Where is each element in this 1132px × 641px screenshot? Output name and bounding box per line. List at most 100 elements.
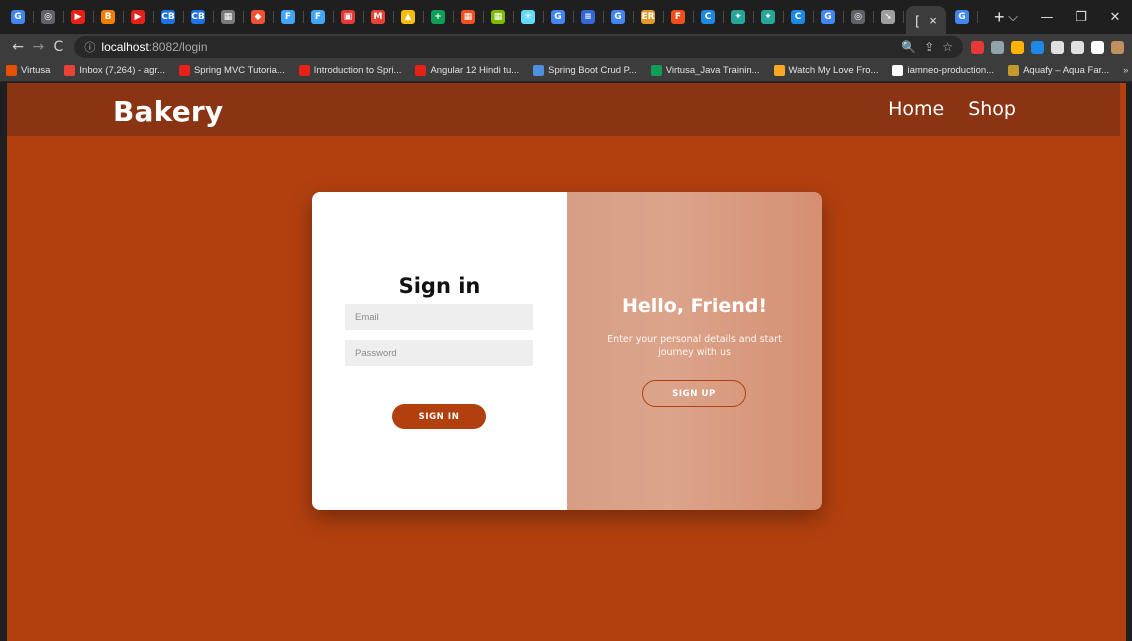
auth-card: Sign in SIGN IN Hello, Friend! Enter you… bbox=[312, 192, 822, 510]
bookmark-item[interactable]: iamneo-production... bbox=[892, 65, 994, 76]
blogger-icon: B bbox=[101, 10, 115, 24]
browser-tab[interactable]: B bbox=[96, 5, 124, 29]
overlay-title: Hello, Friend! bbox=[621, 295, 768, 317]
browser-tab[interactable]: ▶ bbox=[66, 5, 94, 29]
browser-tab[interactable]: G bbox=[6, 5, 34, 29]
extension-icon[interactable] bbox=[1031, 40, 1045, 54]
browser-toolbar: ← → C ⓘ localhost:8082/login 🔍 ⇪ ☆ bbox=[0, 34, 1132, 60]
drive-icon: ▲ bbox=[401, 10, 415, 24]
browser-tab[interactable]: ▶ bbox=[126, 5, 154, 29]
reload-button[interactable]: C bbox=[48, 39, 68, 55]
browser-tab[interactable]: G bbox=[816, 5, 844, 29]
nav-link-shop[interactable]: Shop bbox=[968, 98, 1016, 120]
bookmark-label: Spring MVC Tutoria... bbox=[193, 65, 285, 76]
email-field[interactable] bbox=[345, 304, 533, 330]
back-button[interactable]: ← bbox=[8, 39, 28, 55]
site-info-icon[interactable]: ⓘ bbox=[84, 39, 95, 55]
browser-tab[interactable]: G bbox=[546, 5, 574, 29]
browser-tab[interactable]: M bbox=[366, 5, 394, 29]
browser-tab[interactable]: ≡ bbox=[576, 5, 604, 29]
forward-button[interactable]: → bbox=[28, 39, 48, 55]
bookmark-item[interactable]: Watch My Love Fro... bbox=[773, 65, 879, 76]
git-icon: ◆ bbox=[251, 10, 265, 24]
close-window-button[interactable]: ✕ bbox=[1098, 10, 1132, 25]
url-host: localhost bbox=[101, 40, 149, 54]
extension-icon[interactable] bbox=[1111, 40, 1125, 54]
restore-button[interactable]: ❐ bbox=[1064, 10, 1098, 25]
url-path: :8082/login bbox=[148, 40, 208, 54]
signin-title: Sign in bbox=[398, 274, 481, 298]
browser-tab[interactable]: ◎ bbox=[36, 5, 64, 29]
browser-tab[interactable]: ▣ bbox=[336, 5, 364, 29]
browser-tab[interactable]: + bbox=[426, 5, 454, 29]
page-scrollbar[interactable] bbox=[1120, 83, 1126, 641]
cursor-icon: ➘ bbox=[881, 10, 895, 24]
minimize-button[interactable]: — bbox=[1030, 10, 1064, 25]
close-tab-icon[interactable]: × bbox=[929, 13, 937, 28]
extension-icon[interactable] bbox=[971, 40, 985, 54]
bookmark-item[interactable]: Inbox (7,264) - agr... bbox=[64, 65, 165, 76]
bookmark-favicon-icon bbox=[178, 65, 190, 76]
bookmark-favicon-icon bbox=[892, 65, 904, 76]
browser-tab[interactable]: ◆ bbox=[246, 5, 274, 29]
app-icon: ▦ bbox=[221, 10, 235, 24]
bookmark-item[interactable]: Spring Boot Crud P... bbox=[533, 65, 637, 76]
extension-icon[interactable] bbox=[1011, 40, 1025, 54]
bookmark-label: Watch My Love Fro... bbox=[788, 65, 879, 76]
browser-tab[interactable]: C bbox=[786, 5, 814, 29]
more-bookmarks-button[interactable]: » bbox=[1123, 65, 1132, 76]
browser-tab[interactable]: ▦ bbox=[216, 5, 244, 29]
figma-icon: F bbox=[671, 10, 685, 24]
browser-tab[interactable]: ◎ bbox=[846, 5, 874, 29]
browser-tab[interactable]: F bbox=[276, 5, 304, 29]
browser-tab[interactable]: ✦ bbox=[756, 5, 784, 29]
browser-tab[interactable]: CB bbox=[186, 5, 214, 29]
browser-tab[interactable]: ▦ bbox=[456, 5, 484, 29]
sign-in-button[interactable]: SIGN IN bbox=[392, 404, 486, 429]
extension-icon[interactable] bbox=[1091, 40, 1105, 54]
bookmark-item[interactable]: Angular 12 Hindi tu... bbox=[415, 65, 519, 76]
browser-tab[interactable]: F bbox=[306, 5, 334, 29]
brand-logo[interactable]: Bakery bbox=[113, 95, 223, 128]
youtube-icon: ▶ bbox=[71, 10, 85, 24]
bookmark-item[interactable]: Introduction to Spri... bbox=[298, 65, 401, 76]
browser-tab-strip: G ◎ ▶ B ▶ CB CB ▦ ◆ F F ▣ M ▲ + ▦ ▦ ✳ G ≡ G ER F C ✦ ✦ C G ◎ ➘ [ × G … bbox=[0, 0, 1132, 34]
extension-icon[interactable] bbox=[1051, 40, 1065, 54]
window-controls: ⌵ — ❐ ✕ bbox=[996, 0, 1132, 34]
zoom-icon[interactable]: 🔍 bbox=[901, 40, 916, 54]
bookmark-item[interactable]: Virtusa_Java Trainin... bbox=[650, 65, 760, 76]
extension-icon[interactable] bbox=[991, 40, 1005, 54]
sheets-icon: + bbox=[431, 10, 445, 24]
tab-search-icon[interactable]: ⌵ bbox=[996, 10, 1030, 25]
nav-links: Home Shop bbox=[888, 98, 1016, 120]
active-tab[interactable]: [ × bbox=[906, 6, 946, 34]
browser-tab[interactable]: C bbox=[696, 5, 724, 29]
sign-up-button[interactable]: SIGN UP bbox=[642, 380, 746, 407]
bookmark-item[interactable]: Virtusa bbox=[6, 65, 50, 76]
bookmark-item[interactable]: Aquafy – Aqua Far... bbox=[1008, 65, 1109, 76]
nav-link-home[interactable]: Home bbox=[888, 98, 944, 120]
browser-tab[interactable]: CB bbox=[156, 5, 184, 29]
bookmark-label: Inbox (7,264) - agr... bbox=[79, 65, 165, 76]
password-field[interactable] bbox=[345, 340, 533, 366]
browser-tab[interactable]: ER bbox=[636, 5, 664, 29]
browser-tab[interactable]: ▲ bbox=[396, 5, 424, 29]
google-icon: G bbox=[821, 10, 835, 24]
bookmark-label: Virtusa bbox=[21, 65, 51, 76]
google-tab[interactable]: G bbox=[950, 5, 978, 29]
bookmark-item[interactable]: Spring MVC Tutoria... bbox=[178, 65, 285, 76]
address-bar[interactable]: ⓘ localhost:8082/login 🔍 ⇪ ☆ bbox=[74, 36, 964, 58]
browser-tab[interactable]: F bbox=[666, 5, 694, 29]
share-icon[interactable]: ⇪ bbox=[924, 40, 934, 54]
extension-icon[interactable] bbox=[1071, 40, 1085, 54]
browser-tab[interactable]: ➘ bbox=[876, 5, 904, 29]
browser-tab[interactable]: ✳ bbox=[516, 5, 544, 29]
page-content: Bakery Home Shop Sign in SIGN IN Hello, … bbox=[7, 83, 1126, 641]
cb-icon: CB bbox=[161, 10, 175, 24]
flutter-icon: F bbox=[281, 10, 295, 24]
omnibox-actions: 🔍 ⇪ ☆ bbox=[901, 40, 963, 54]
browser-tab[interactable]: ▦ bbox=[486, 5, 514, 29]
bookmark-star-icon[interactable]: ☆ bbox=[942, 40, 953, 54]
browser-tab[interactable]: ✦ bbox=[726, 5, 754, 29]
browser-tab[interactable]: G bbox=[606, 5, 634, 29]
